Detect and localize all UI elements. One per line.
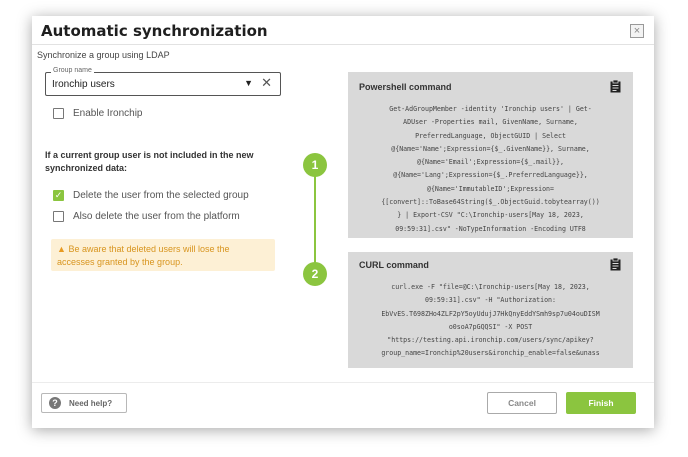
title-divider: [32, 44, 654, 45]
step-1-badge: 1: [303, 153, 327, 177]
powershell-title: Powershell command: [359, 82, 452, 92]
group-name-value: Ironchip users: [52, 79, 115, 90]
clipboard-icon[interactable]: [610, 80, 621, 93]
delete-from-platform-label: Also delete the user from the platform: [73, 211, 240, 222]
warning-banner: ▲ Be aware that deleted users will lose …: [51, 239, 275, 271]
delete-from-group-label: Delete the user from the selected group: [73, 190, 249, 201]
need-help-button[interactable]: ? Need help?: [41, 393, 127, 413]
step-2-badge: 2: [303, 262, 327, 286]
warning-text: Be aware that deleted users will lose th…: [57, 244, 230, 267]
dialog-subtitle: Synchronize a group using LDAP: [37, 50, 170, 60]
steps-connector: [314, 175, 316, 274]
curl-title: CURL command: [359, 260, 429, 270]
checkbox-box[interactable]: [53, 108, 64, 119]
group-name-select[interactable]: Group name Ironchip users ▼ ✕: [45, 67, 281, 96]
powershell-code[interactable]: Get-AdGroupMember -identity 'Ironchip us…: [358, 103, 623, 236]
need-help-label: Need help?: [69, 398, 113, 408]
delete-from-platform-checkbox[interactable]: Also delete the user from the platform: [53, 211, 240, 222]
footer-divider: [32, 382, 654, 383]
curl-panel: CURL command curl.exe -F "file=@C:\Ironc…: [348, 252, 633, 368]
clear-icon[interactable]: ✕: [261, 76, 272, 90]
clipboard-icon[interactable]: [610, 258, 621, 271]
help-icon: ?: [49, 397, 61, 409]
warning-triangle-icon: ▲: [57, 244, 66, 254]
enable-ironchip-checkbox[interactable]: Enable Ironchip: [53, 108, 143, 119]
group-name-label: Group name: [51, 67, 94, 74]
close-icon: ×: [633, 25, 641, 37]
sync-options-heading: If a current group user is not included …: [45, 150, 254, 173]
cancel-button[interactable]: Cancel: [487, 392, 557, 414]
close-button[interactable]: ×: [630, 24, 644, 38]
checkbox-box[interactable]: [53, 211, 64, 222]
delete-from-group-checkbox[interactable]: ✓ Delete the user from the selected grou…: [53, 190, 249, 201]
chevron-down-icon[interactable]: ▼: [244, 78, 253, 88]
enable-ironchip-label: Enable Ironchip: [73, 108, 143, 119]
sync-dialog: Automatic synchronization × Synchronize …: [32, 16, 654, 428]
powershell-panel: Powershell command Get-AdGroupMember -id…: [348, 72, 633, 238]
dialog-title: Automatic synchronization: [41, 22, 268, 40]
checkmark-icon[interactable]: ✓: [53, 190, 64, 201]
finish-button[interactable]: Finish: [566, 392, 636, 414]
curl-code[interactable]: curl.exe -F "file=@C:\Ironchip-users[May…: [358, 281, 623, 361]
